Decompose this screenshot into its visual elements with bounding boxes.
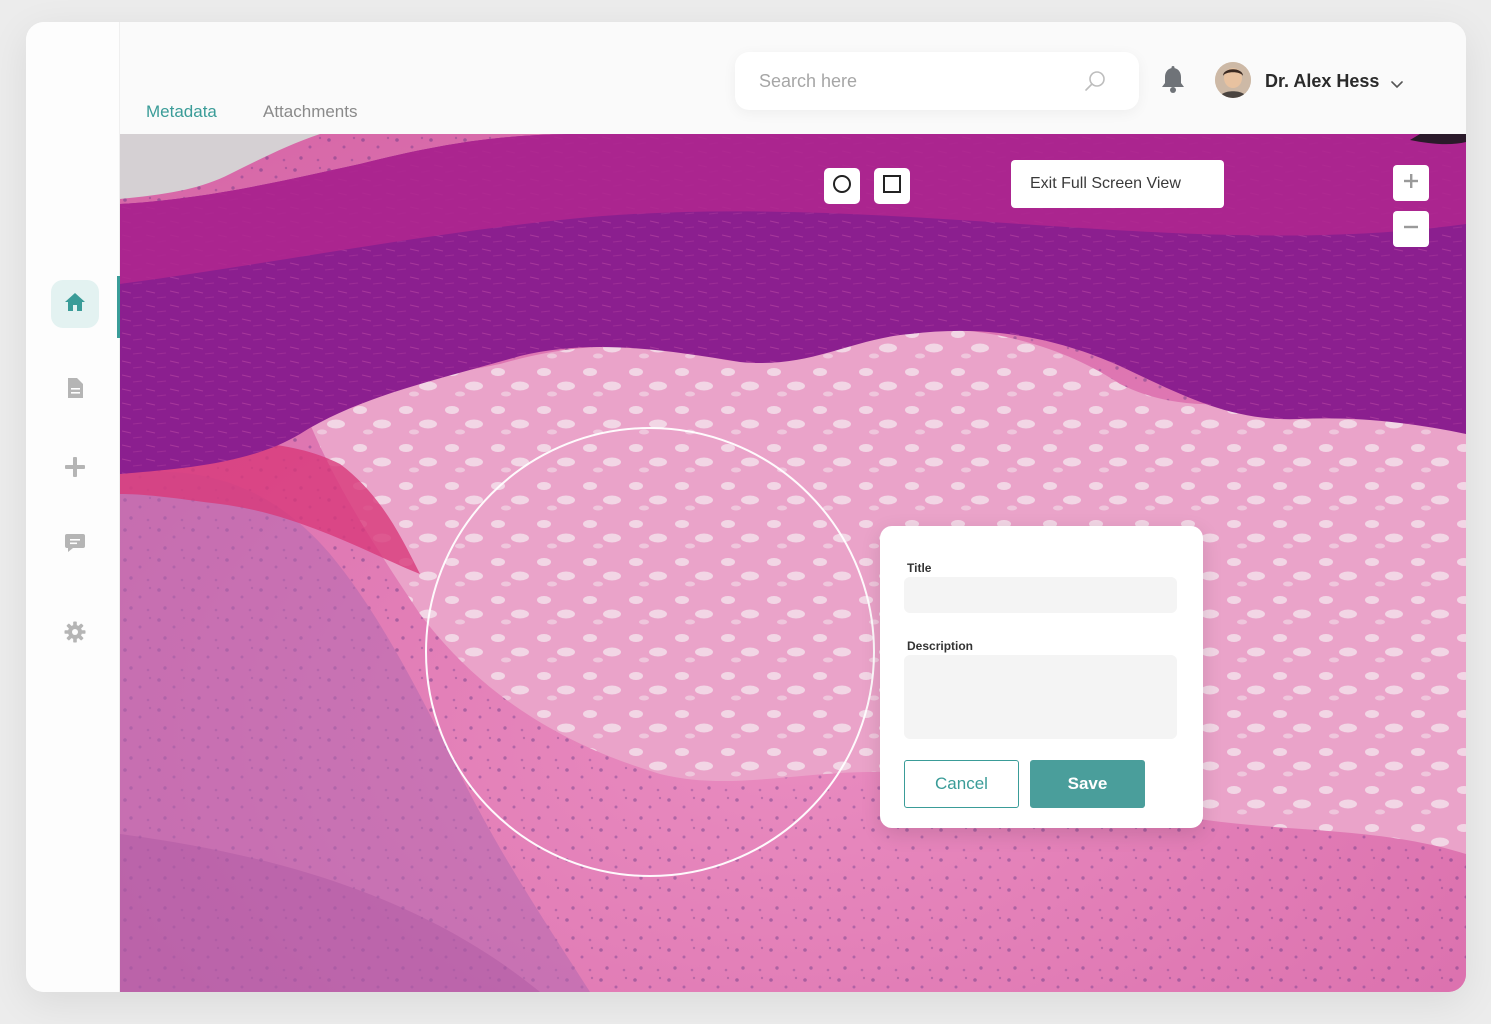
home-icon: [64, 292, 86, 317]
cancel-button[interactable]: Cancel: [904, 760, 1019, 808]
top-bar: Metadata Attachments Dr. Alex Hess: [120, 22, 1466, 134]
search-icon[interactable]: [1083, 69, 1107, 98]
avatar[interactable]: [1215, 62, 1251, 98]
slide-viewer[interactable]: Exit Full Screen View Title Description …: [120, 134, 1466, 992]
app-window: Metadata Attachments Dr. Alex Hess: [26, 22, 1466, 992]
zoom-in-button[interactable]: [1393, 165, 1429, 201]
gear-icon: [64, 621, 86, 648]
sidebar-item-add[interactable]: [51, 445, 99, 493]
chat-icon: [64, 532, 86, 559]
sidebar-item-settings[interactable]: [51, 610, 99, 658]
sidebar: [26, 22, 120, 992]
search-input[interactable]: [759, 52, 1079, 110]
zoom-out-button[interactable]: [1393, 211, 1429, 247]
minus-icon: [1403, 219, 1419, 240]
save-button[interactable]: Save: [1030, 760, 1145, 808]
user-name[interactable]: Dr. Alex Hess: [1265, 71, 1379, 92]
circle-annotation[interactable]: [425, 427, 875, 877]
title-label: Title: [907, 561, 932, 575]
plus-icon: [1403, 173, 1419, 194]
sidebar-item-home[interactable]: [51, 280, 99, 328]
search-box: [735, 52, 1139, 110]
description-field[interactable]: [904, 655, 1177, 739]
circle-tool-button[interactable]: [824, 168, 860, 204]
sidebar-item-messages[interactable]: [51, 521, 99, 569]
tab-metadata[interactable]: Metadata: [146, 102, 217, 122]
title-field[interactable]: [904, 577, 1177, 613]
chevron-down-icon[interactable]: [1390, 77, 1404, 95]
plus-icon: [65, 456, 85, 482]
exit-fullscreen-button[interactable]: Exit Full Screen View: [1011, 160, 1224, 208]
tab-attachments[interactable]: Attachments: [263, 102, 358, 122]
circle-icon: [832, 174, 852, 199]
square-tool-button[interactable]: [874, 168, 910, 204]
bell-icon[interactable]: [1160, 66, 1186, 99]
sidebar-item-documents[interactable]: [51, 366, 99, 414]
document-icon: [66, 377, 84, 404]
description-label: Description: [907, 639, 974, 653]
annotation-dialog: Title Description Cancel Save: [880, 526, 1203, 828]
square-icon: [882, 174, 902, 199]
